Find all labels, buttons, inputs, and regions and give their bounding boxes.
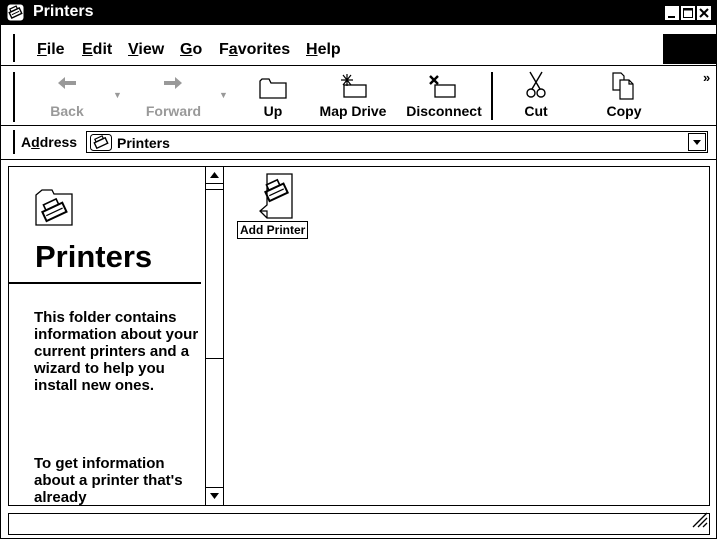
printer-icon — [90, 134, 112, 156]
address-label: Address — [21, 134, 78, 150]
pane-title: Printers — [35, 239, 153, 274]
address-separator-line — [1, 159, 716, 160]
menu-bar: File Edit View Go Favorites Help — [1, 34, 716, 64]
menu-view[interactable]: View — [128, 41, 164, 59]
up-label: Up — [263, 103, 283, 119]
copy-button[interactable]: Copy — [599, 68, 649, 124]
minimize-button[interactable] — [665, 6, 679, 20]
pane-info-text: To get information about a printer that'… — [34, 455, 183, 505]
add-printer-icon — [259, 173, 295, 224]
menu-edit[interactable]: Edit — [82, 41, 112, 59]
throbber-area — [663, 34, 716, 64]
address-field[interactable]: Printers — [86, 131, 708, 153]
disconnect-label: Disconnect — [406, 103, 482, 119]
pane-description: This folder contains information about y… — [34, 309, 199, 394]
up-folder-icon — [259, 78, 287, 99]
forward-dropdown-icon[interactable]: ▼ — [219, 90, 228, 100]
toolbar-grip[interactable] — [13, 72, 15, 122]
minimize-icon — [668, 16, 675, 18]
file-list-pane: Add Printer — [225, 167, 709, 505]
add-printer-label: Add Printer — [237, 221, 309, 239]
toolbar-more-chevron-icon[interactable]: » — [703, 70, 710, 85]
close-icon — [699, 8, 709, 18]
toolbar-separator-line — [1, 125, 716, 126]
arrow-up-icon — [210, 172, 219, 178]
map-drive-label: Map Drive — [319, 103, 387, 119]
close-button[interactable] — [697, 6, 711, 20]
window: Printers File Edit View Go Favorites Hel… — [0, 0, 717, 539]
menu-favorites[interactable]: Favorites — [219, 41, 290, 59]
maximize-button[interactable] — [681, 6, 695, 20]
arrow-down-icon — [210, 493, 219, 499]
forward-arrow-icon — [164, 77, 182, 89]
address-bar-grip[interactable] — [13, 130, 15, 154]
add-printer-item[interactable]: Add Printer — [235, 171, 317, 241]
toolbar: Back ▼ Forward ▼ Up Map Drive Disconnect… — [1, 68, 716, 124]
address-bar: Address Printers — [1, 128, 716, 156]
menu-separator — [1, 65, 716, 66]
cut-label: Cut — [524, 103, 548, 119]
chevron-down-icon — [693, 140, 701, 145]
back-button[interactable]: Back — [36, 68, 98, 124]
menu-bar-grip[interactable] — [13, 34, 15, 62]
status-bar — [8, 510, 710, 535]
resize-grip-icon[interactable] — [690, 510, 708, 533]
map-drive-button[interactable]: Map Drive — [314, 68, 392, 124]
pane-title-rule — [9, 282, 201, 284]
window-title: Printers — [33, 3, 94, 20]
map-drive-icon — [341, 74, 367, 98]
scissors-icon — [526, 71, 546, 98]
vertical-scrollbar[interactable] — [205, 167, 224, 505]
scroll-down-button[interactable] — [206, 487, 223, 504]
web-view-pane: Printers This folder contains informatio… — [9, 167, 205, 505]
up-button[interactable]: Up — [253, 68, 293, 124]
back-dropdown-icon[interactable]: ▼ — [113, 90, 122, 100]
menu-go[interactable]: Go — [180, 41, 202, 59]
printer-folder-icon — [34, 189, 74, 232]
cut-button[interactable]: Cut — [511, 68, 561, 124]
back-label: Back — [50, 103, 84, 119]
forward-button[interactable]: Forward — [136, 68, 211, 124]
address-dropdown-button[interactable] — [688, 133, 706, 151]
copy-label: Copy — [606, 103, 642, 119]
disconnect-drive-icon — [429, 75, 456, 98]
maximize-icon — [683, 8, 693, 18]
printer-icon — [7, 4, 24, 21]
scroll-thumb[interactable] — [206, 189, 223, 359]
scroll-up-button[interactable] — [206, 167, 223, 184]
address-value: Printers — [117, 135, 170, 151]
menu-help[interactable]: Help — [306, 41, 341, 59]
forward-label: Forward — [145, 103, 202, 119]
title-bar[interactable]: Printers — [1, 1, 716, 25]
toolbar-separator — [491, 72, 493, 120]
copy-icon — [612, 72, 634, 100]
back-arrow-icon — [58, 77, 76, 89]
content-area: Printers This folder contains informatio… — [8, 166, 710, 506]
disconnect-button[interactable]: Disconnect — [399, 68, 489, 124]
menu-file[interactable]: File — [37, 41, 65, 59]
